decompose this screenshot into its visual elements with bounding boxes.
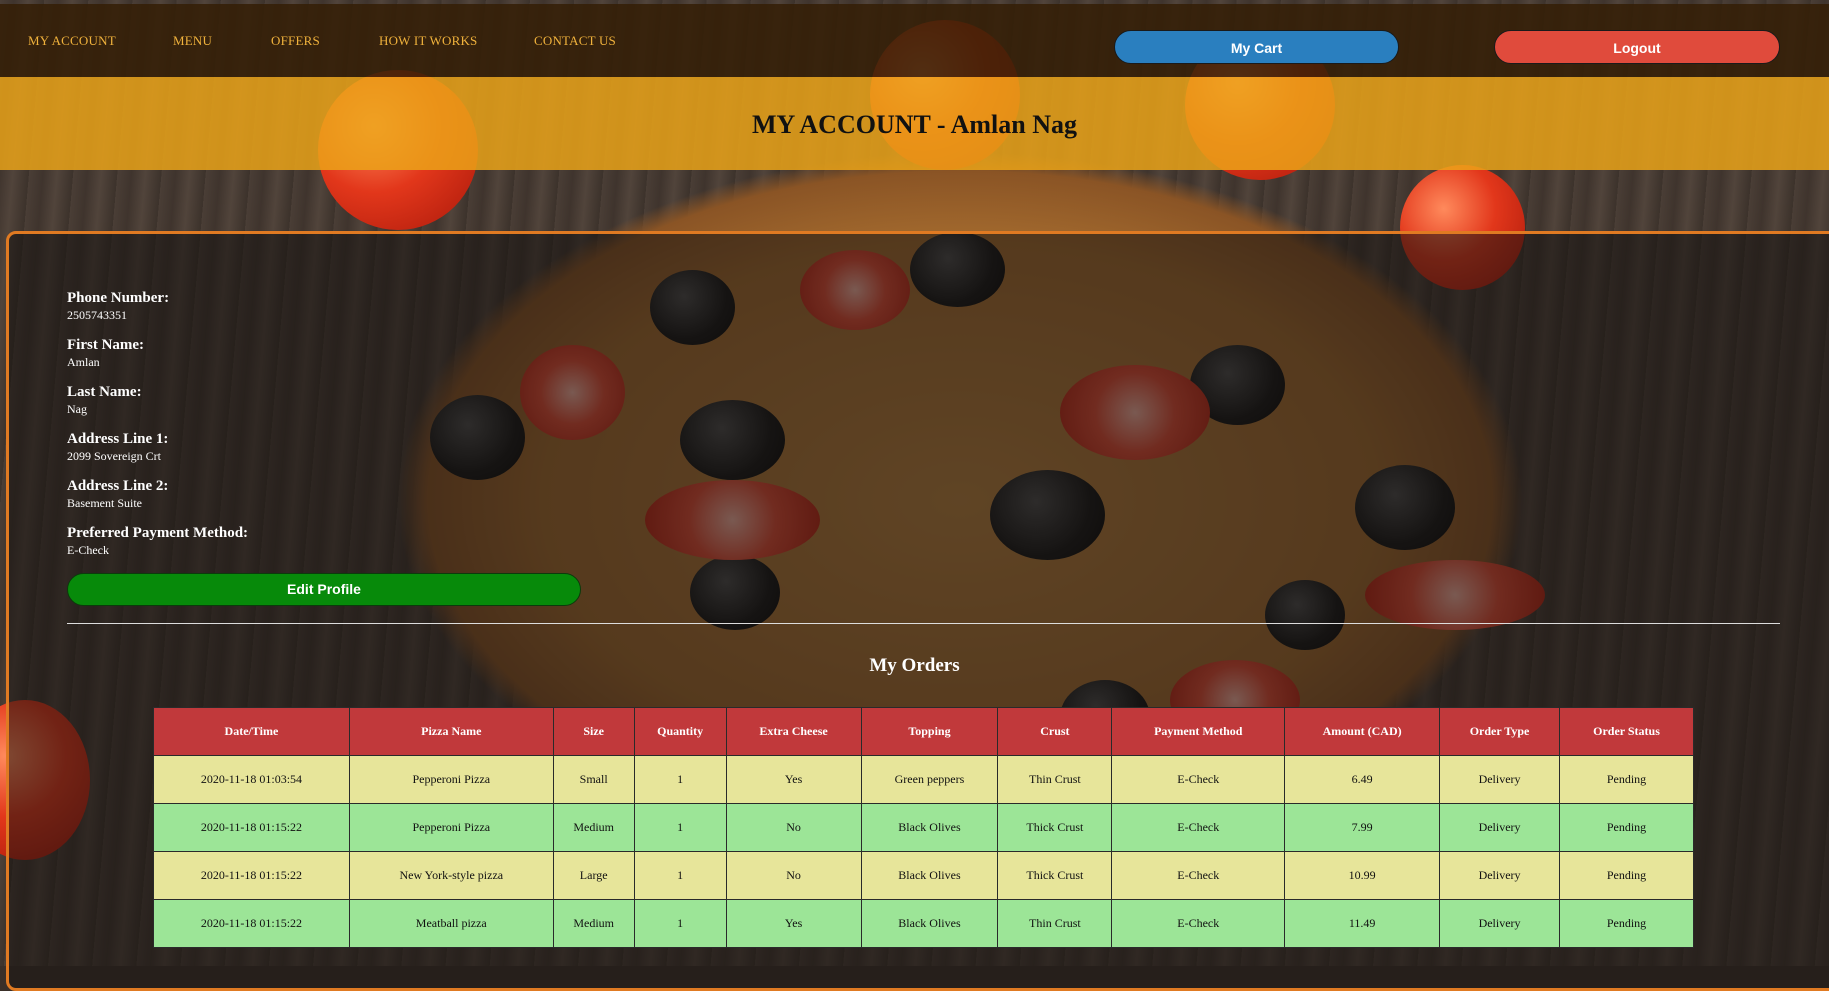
- table-cell: Green peppers: [860, 755, 999, 804]
- table-cell: Pepperoni Pizza: [348, 803, 554, 852]
- column-header: Crust: [997, 707, 1113, 756]
- table-row: 2020-11-18 01:15:22 Pepperoni Pizza Medi…: [153, 803, 1694, 852]
- column-header: Quantity: [633, 707, 727, 756]
- table-cell: 1: [633, 899, 727, 948]
- page-title: MY ACCOUNT - Amlan Nag: [751, 110, 1077, 139]
- column-header: Payment Method: [1111, 707, 1286, 756]
- address-line-2-value: Basement Suite: [67, 496, 142, 510]
- column-header: Pizza Name: [348, 707, 554, 756]
- nav-contact-us-link[interactable]: CONTACT US: [534, 33, 616, 49]
- column-header: Order Type: [1439, 707, 1561, 756]
- table-cell: Delivery: [1439, 755, 1561, 804]
- table-cell: 2020-11-18 01:15:22: [153, 803, 350, 852]
- table-row: 2020-11-18 01:03:54 Pepperoni Pizza Smal…: [153, 755, 1694, 804]
- table-cell: Thin Crust: [997, 899, 1113, 948]
- table-cell: Medium: [552, 899, 635, 948]
- address-line-1-label: Address Line 1:: [67, 431, 169, 447]
- table-cell: Large: [552, 851, 635, 900]
- table-cell: Yes: [725, 755, 862, 804]
- table-cell: Thick Crust: [997, 803, 1113, 852]
- table-cell: Yes: [725, 899, 862, 948]
- table-cell: Pending: [1559, 803, 1694, 852]
- table-cell: 6.49: [1284, 755, 1441, 804]
- column-header: Size: [552, 707, 635, 756]
- table-cell: Delivery: [1439, 851, 1561, 900]
- table-cell: E-Check: [1111, 899, 1286, 948]
- table-cell: New York-style pizza: [348, 851, 554, 900]
- payment-method-value: E-Check: [67, 543, 109, 557]
- table-cell: Medium: [552, 803, 635, 852]
- column-header: Topping: [860, 707, 999, 756]
- my-cart-button[interactable]: My Cart: [1114, 30, 1399, 64]
- table-cell: E-Check: [1111, 803, 1286, 852]
- table-header-row: Date/Time Pizza Name Size Quantity Extra…: [153, 707, 1694, 756]
- nav-offers-link[interactable]: OFFERS: [271, 33, 320, 49]
- column-header: Amount (CAD): [1284, 707, 1441, 756]
- logout-button[interactable]: Logout: [1494, 30, 1780, 64]
- first-name-label: First Name:: [67, 337, 145, 353]
- table-cell: Meatball pizza: [348, 899, 554, 948]
- phone-number-label: Phone Number:: [67, 290, 170, 306]
- nav-my-account-link[interactable]: MY ACCOUNT: [28, 33, 116, 49]
- last-name-label: Last Name:: [67, 384, 142, 400]
- table-cell: Delivery: [1439, 803, 1561, 852]
- table-cell: 2020-11-18 01:15:22: [153, 899, 350, 948]
- address-line-2-label: Address Line 2:: [67, 478, 169, 494]
- table-cell: 7.99: [1284, 803, 1441, 852]
- phone-number-value: 2505743351: [67, 308, 127, 322]
- table-row: 2020-11-18 01:15:22 New York-style pizza…: [153, 851, 1694, 900]
- table-cell: 10.99: [1284, 851, 1441, 900]
- table-cell: 1: [633, 755, 727, 804]
- table-cell: 2020-11-18 01:15:22: [153, 851, 350, 900]
- table-cell: Black Olives: [860, 899, 999, 948]
- table-cell: E-Check: [1111, 851, 1286, 900]
- table-cell: Thin Crust: [997, 755, 1113, 804]
- address-line-1-value: 2099 Sovereign Crt: [67, 449, 161, 463]
- table-cell: E-Check: [1111, 755, 1286, 804]
- column-header: Date/Time: [153, 707, 350, 756]
- table-cell: Small: [552, 755, 635, 804]
- table-cell: 1: [633, 803, 727, 852]
- table-cell: Pepperoni Pizza: [348, 755, 554, 804]
- table-cell: Delivery: [1439, 899, 1561, 948]
- table-cell: Pending: [1559, 755, 1694, 804]
- edit-profile-button[interactable]: Edit Profile: [67, 573, 581, 606]
- table-cell: No: [725, 851, 862, 900]
- table-cell: 1: [633, 851, 727, 900]
- table-row: 2020-11-18 01:15:22 Meatball pizza Mediu…: [153, 899, 1694, 948]
- section-divider: [67, 623, 1780, 624]
- table-cell: Black Olives: [860, 803, 999, 852]
- table-cell: No: [725, 803, 862, 852]
- my-orders-heading: My Orders: [869, 655, 960, 676]
- table-cell: Black Olives: [860, 851, 999, 900]
- table-cell: 11.49: [1284, 899, 1441, 948]
- table-cell: Thick Crust: [997, 851, 1113, 900]
- column-header: Extra Cheese: [725, 707, 862, 756]
- column-header: Order Status: [1559, 707, 1694, 756]
- payment-method-label: Preferred Payment Method:: [67, 525, 249, 541]
- table-cell: 2020-11-18 01:03:54: [153, 755, 350, 804]
- last-name-value: Nag: [67, 402, 87, 416]
- nav-how-it-works-link[interactable]: HOW IT WORKS: [379, 33, 477, 49]
- nav-menu-link[interactable]: MENU: [173, 33, 212, 49]
- table-cell: Pending: [1559, 851, 1694, 900]
- orders-table: Date/Time Pizza Name Size Quantity Extra…: [153, 707, 1694, 948]
- first-name-value: Amlan: [67, 355, 100, 369]
- table-cell: Pending: [1559, 899, 1694, 948]
